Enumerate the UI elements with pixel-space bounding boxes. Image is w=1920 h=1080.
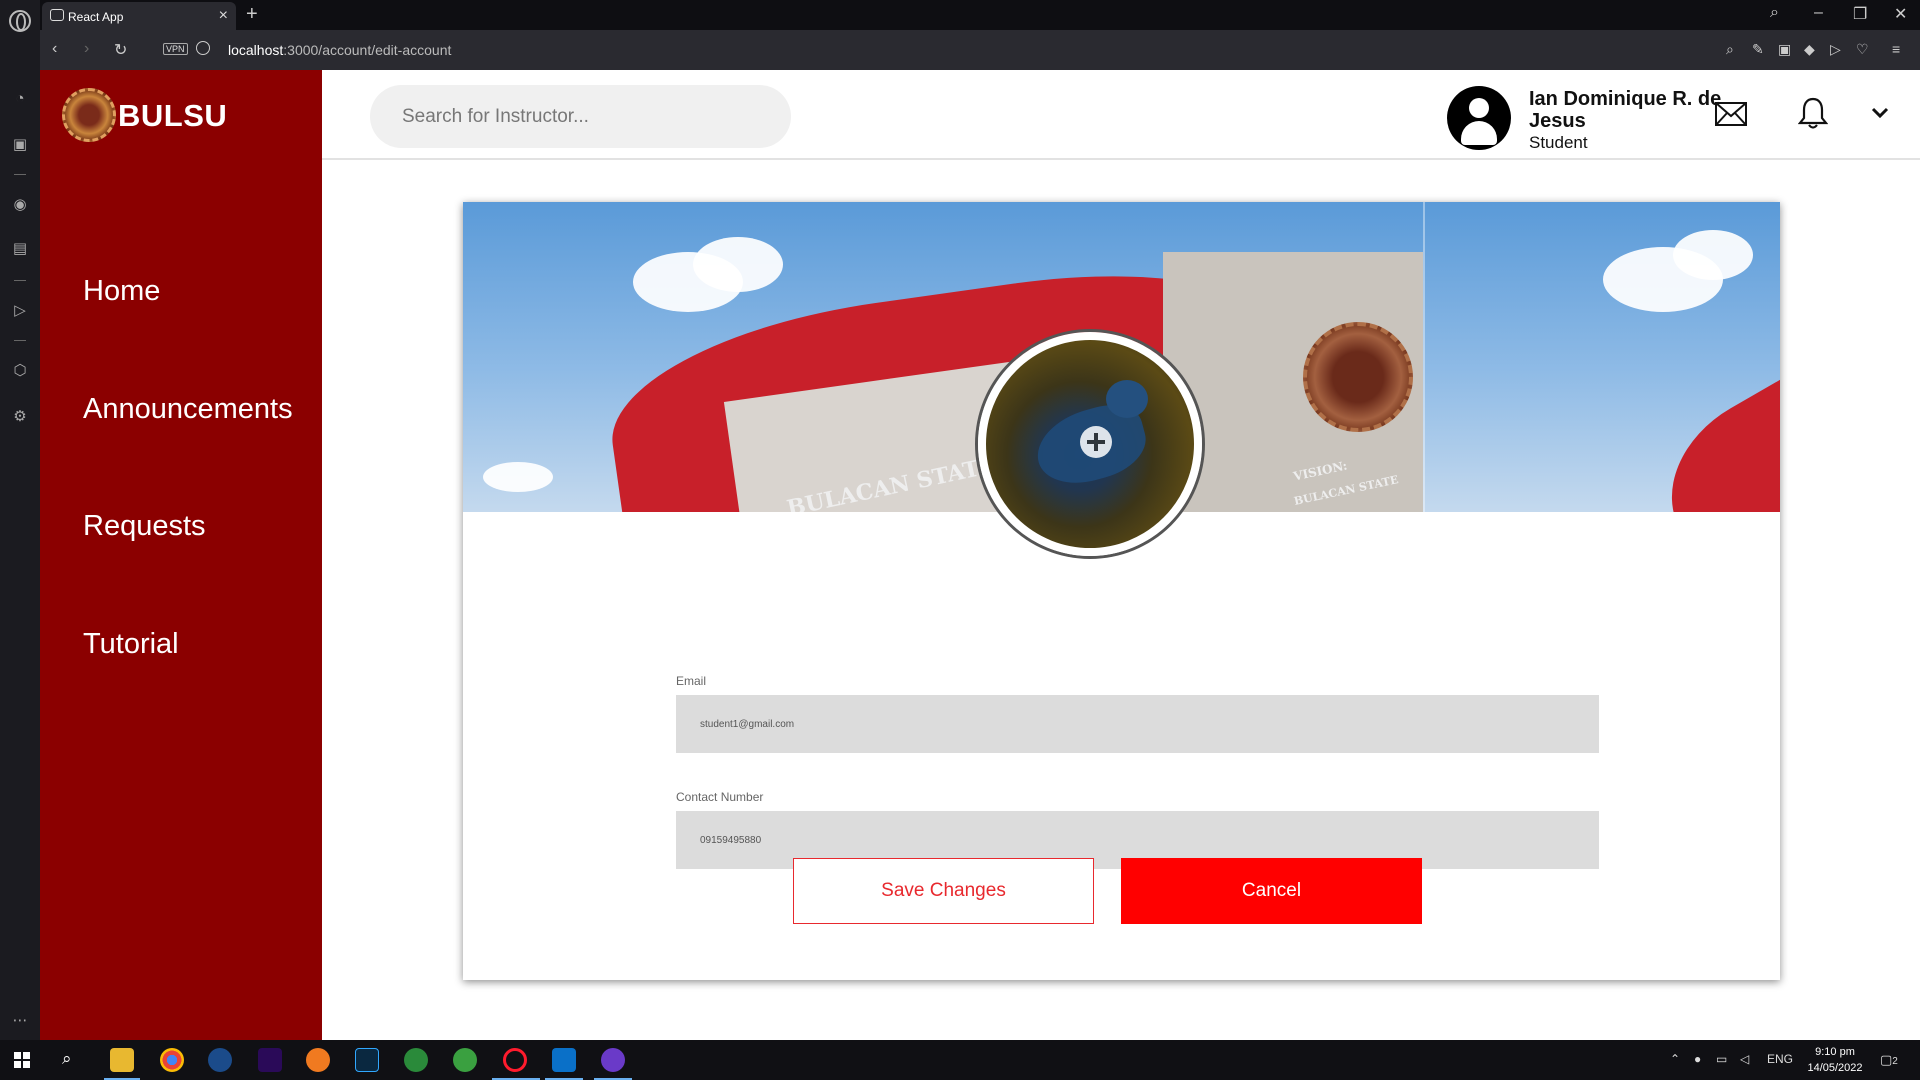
user-name: Ian Dominique R. de Jesus	[1529, 88, 1722, 132]
nav-item-tutorial[interactable]: Tutorial	[83, 628, 179, 661]
tab-close-icon[interactable]: ×	[219, 7, 228, 25]
heart-icon[interactable]: ♡	[1856, 41, 1869, 58]
back-icon[interactable]: ‹	[52, 40, 57, 58]
github-desktop-icon[interactable]	[601, 1048, 625, 1072]
messenger-icon[interactable]: ◉	[11, 196, 29, 214]
close-window-icon[interactable]: ✕	[1894, 4, 1907, 24]
banner-seam	[1423, 202, 1425, 512]
site-info-icon[interactable]	[196, 41, 210, 55]
university-seal	[1303, 322, 1413, 432]
side-divider	[14, 174, 26, 175]
nav-item-requests[interactable]: Requests	[83, 510, 206, 543]
shield-icon[interactable]: ◆	[1804, 41, 1815, 58]
tab-title: React App	[68, 10, 124, 24]
snapshot-icon[interactable]: ▣	[1778, 41, 1791, 58]
speed-dial-icon[interactable]: ◔	[11, 90, 29, 108]
reload-icon[interactable]: ↻	[114, 40, 127, 60]
restore-icon[interactable]: ❐	[1853, 4, 1867, 24]
file-explorer-icon[interactable]	[110, 1048, 134, 1072]
share-icon[interactable]: ✎	[1752, 41, 1764, 58]
forward-icon[interactable]: ›	[84, 40, 89, 58]
avatar[interactable]	[1447, 86, 1511, 150]
add-photo-plus-icon[interactable]	[1080, 426, 1112, 458]
notification-count: 2	[1892, 1056, 1898, 1067]
vscode-icon[interactable]	[552, 1048, 576, 1072]
edit-account-card: BULACAN STATE VISION: BULACAN STATE Emai…	[463, 202, 1780, 980]
clock-date: 14/05/2022	[1807, 1062, 1863, 1074]
blender-icon[interactable]	[306, 1048, 330, 1072]
minimize-icon[interactable]: –	[1814, 4, 1823, 22]
cloud-shape	[1673, 230, 1753, 280]
system-clock[interactable]: 9:10 pm 14/05/2022	[1800, 1044, 1870, 1076]
vpn-badge[interactable]: VPN	[163, 43, 188, 55]
send-icon[interactable]: ▷	[11, 302, 29, 320]
taskbar: ⌕ ⌃ ● ▭ ◁ ENG 9:10 pm 14/05/2022 ▢2	[0, 1040, 1920, 1080]
mail-icon[interactable]	[1715, 102, 1747, 126]
clock-time: 9:10 pm	[1815, 1046, 1855, 1058]
email-label: Email	[676, 674, 707, 688]
app-viewport: BULSU Home Announcements Requests Tutori…	[40, 70, 1920, 1040]
more-options-icon[interactable]: ⋯	[11, 1012, 29, 1030]
browser-tab-strip: React App × + ⌕ – ❐ ✕	[40, 0, 1920, 30]
email-field[interactable]	[676, 695, 1599, 753]
nav-item-announcements[interactable]: Announcements	[83, 393, 293, 426]
avatar-body	[1461, 121, 1497, 145]
chevron-down-icon[interactable]	[1870, 106, 1890, 120]
top-bar: Ian Dominique R. de Jesus Student	[322, 70, 1920, 160]
tab-favicon-icon	[50, 9, 64, 21]
settings-gear-icon[interactable]: ⚙	[11, 408, 29, 426]
photoshop-icon[interactable]	[355, 1048, 379, 1072]
url-field[interactable]: localhost:3000/account/edit-account	[228, 42, 451, 58]
side-divider	[14, 280, 26, 281]
cube-icon[interactable]: ⬡	[11, 362, 29, 380]
address-bar: ‹ › ↻ VPN localhost:3000/account/edit-ac…	[40, 30, 1920, 70]
app-sidebar: BULSU Home Announcements Requests Tutori…	[40, 70, 322, 1040]
browser-tab[interactable]: React App ×	[42, 2, 236, 30]
tab-search-icon[interactable]: ⌕	[1770, 4, 1779, 22]
url-path: :3000/account/edit-account	[283, 42, 452, 58]
steam-icon[interactable]	[208, 1048, 232, 1072]
cloud-shape	[693, 237, 783, 292]
nav-item-home[interactable]: Home	[83, 275, 160, 308]
bell-icon[interactable]	[1798, 96, 1828, 130]
bulsu-logo	[62, 88, 116, 142]
contact-number-label: Contact Number	[676, 790, 764, 804]
language-indicator[interactable]: ENG	[1767, 1052, 1793, 1066]
search-icon[interactable]: ⌕	[62, 1049, 72, 1069]
bird-head-shape	[1106, 380, 1148, 418]
volume-icon[interactable]: ◁	[1740, 1052, 1749, 1066]
app-icon[interactable]	[453, 1048, 477, 1072]
avatar-head	[1469, 98, 1489, 118]
discord-icon[interactable]: ▤	[11, 240, 29, 258]
chrome-icon[interactable]	[160, 1048, 184, 1072]
profile-picture[interactable]	[978, 332, 1202, 556]
new-tab-icon[interactable]: +	[246, 3, 258, 26]
opera-icon[interactable]	[503, 1048, 527, 1072]
notifications-icon[interactable]: ▢2	[1880, 1052, 1898, 1068]
easy-setup-icon[interactable]: ≡	[1892, 41, 1900, 57]
roof-shape	[1640, 330, 1780, 512]
brand-name: BULSU	[118, 98, 228, 133]
cloud-shape	[483, 462, 553, 492]
network-icon[interactable]: ▭	[1716, 1052, 1727, 1066]
lens-icon[interactable]: ⌕	[1726, 41, 1734, 58]
user-role: Student	[1529, 133, 1588, 152]
xbox-icon[interactable]	[404, 1048, 428, 1072]
flow-icon[interactable]: ▷	[1830, 41, 1841, 58]
url-host: localhost	[228, 42, 284, 58]
cancel-button[interactable]: Cancel	[1121, 858, 1422, 924]
premiere-icon[interactable]	[258, 1048, 282, 1072]
microphone-icon[interactable]: ●	[1694, 1052, 1701, 1066]
search-input[interactable]	[370, 85, 791, 148]
side-divider	[14, 340, 26, 341]
save-changes-button[interactable]: Save Changes	[793, 858, 1094, 924]
bag-icon[interactable]: ▣	[11, 136, 29, 154]
browser-sidebar: ◔ ▣ ◉ ▤ ▷ ⬡ ⚙ ⋯	[0, 0, 40, 1040]
windows-start-icon[interactable]	[14, 1052, 30, 1068]
opera-logo-icon[interactable]	[9, 10, 31, 32]
tray-chevron-icon[interactable]: ⌃	[1670, 1052, 1680, 1066]
